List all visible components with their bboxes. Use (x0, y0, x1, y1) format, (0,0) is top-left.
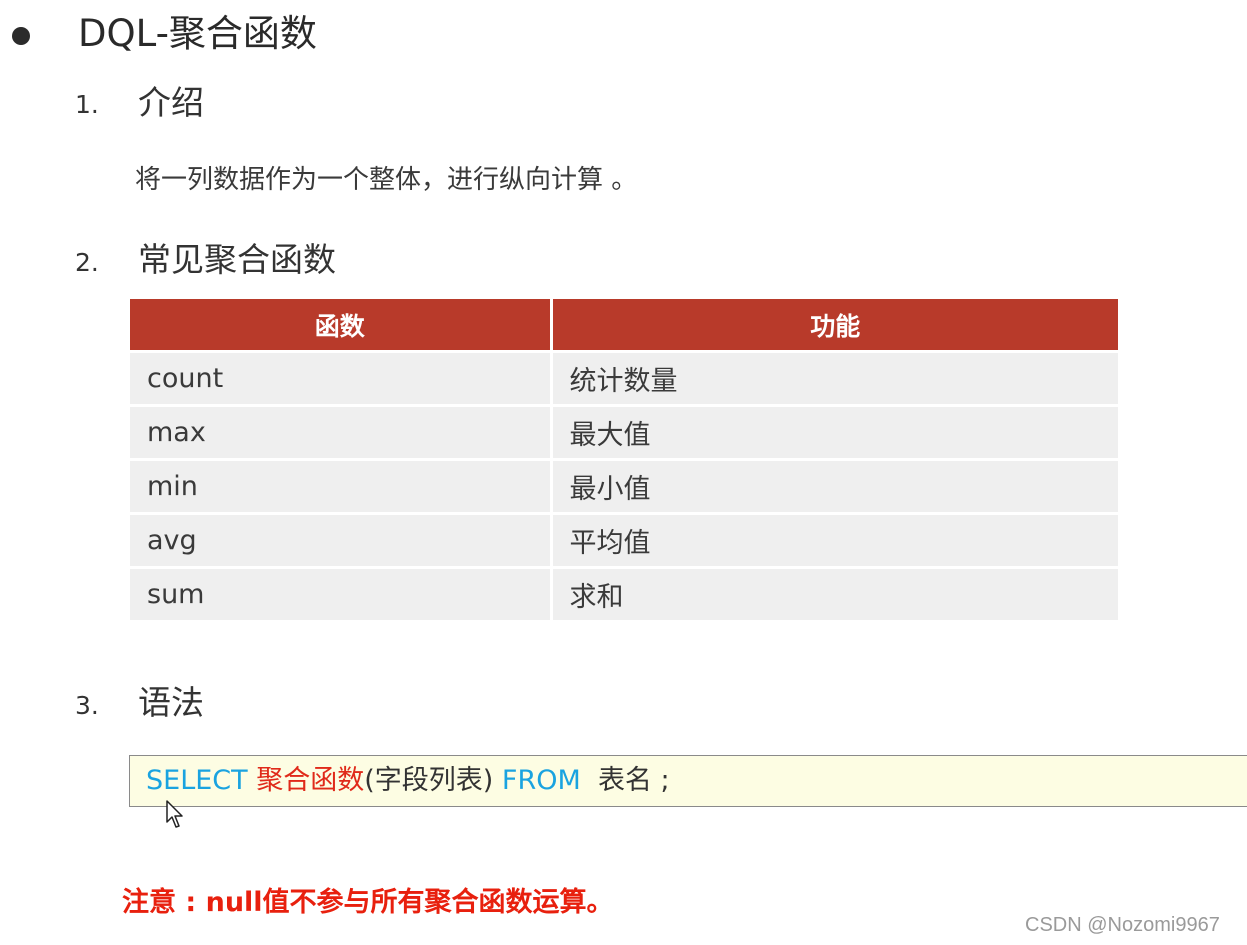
function-cell: min (130, 458, 553, 514)
note-text: 注意 : null值不参与所有聚合函数运算。 (122, 887, 614, 918)
table-name-placeholder: 表名 ; (597, 765, 670, 796)
section-number: 2. (75, 248, 99, 277)
table-row: count 统计数量 (130, 350, 1118, 406)
aggregate-functions-table: 函数 功能 count 统计数量 max 最大值 min 最小值 avg 平均值… (130, 299, 1118, 620)
select-keyword: SELECT (146, 765, 248, 796)
from-keyword: FROM (501, 765, 581, 796)
table-header-row: 函数 功能 (130, 299, 1118, 352)
intro-text: 将一列数据作为一个整体，进行纵向计算 。 (135, 165, 638, 195)
function-cell: max (130, 404, 553, 460)
function-cell: count (130, 350, 553, 406)
mouse-pointer-icon (166, 800, 183, 828)
function-cell: avg (130, 512, 553, 568)
section-title-syntax: 语法 (138, 683, 204, 722)
feature-cell: 统计数量 (551, 350, 1118, 406)
section-number: 3. (75, 691, 99, 720)
bullet-icon (12, 27, 30, 45)
page-title: DQL-聚合函数 (78, 12, 317, 55)
column-header-function: 函数 (130, 299, 553, 352)
section-number: 1. (75, 90, 99, 119)
table-row: sum 求和 (130, 566, 1118, 620)
table-row: min 最小值 (130, 458, 1118, 514)
table-row: avg 平均值 (130, 512, 1118, 568)
section-title-intro: 介绍 (138, 83, 204, 122)
field-list-placeholder: (字段列表) (364, 765, 494, 796)
table-row: max 最大值 (130, 404, 1118, 460)
column-header-feature: 功能 (551, 299, 1118, 352)
watermark: CSDN @Nozomi9967 (1025, 914, 1220, 936)
feature-cell: 平均值 (551, 512, 1118, 568)
feature-cell: 求和 (551, 566, 1118, 620)
feature-cell: 最大值 (551, 404, 1118, 460)
aggregate-function-placeholder: 聚合函数 (256, 765, 365, 796)
feature-cell: 最小值 (551, 458, 1118, 514)
function-cell: sum (130, 566, 553, 620)
syntax-code-box: SELECT 聚合函数(字段列表) FROM 表名 ; (129, 755, 1247, 807)
section-title-common-functions: 常见聚合函数 (138, 240, 336, 279)
